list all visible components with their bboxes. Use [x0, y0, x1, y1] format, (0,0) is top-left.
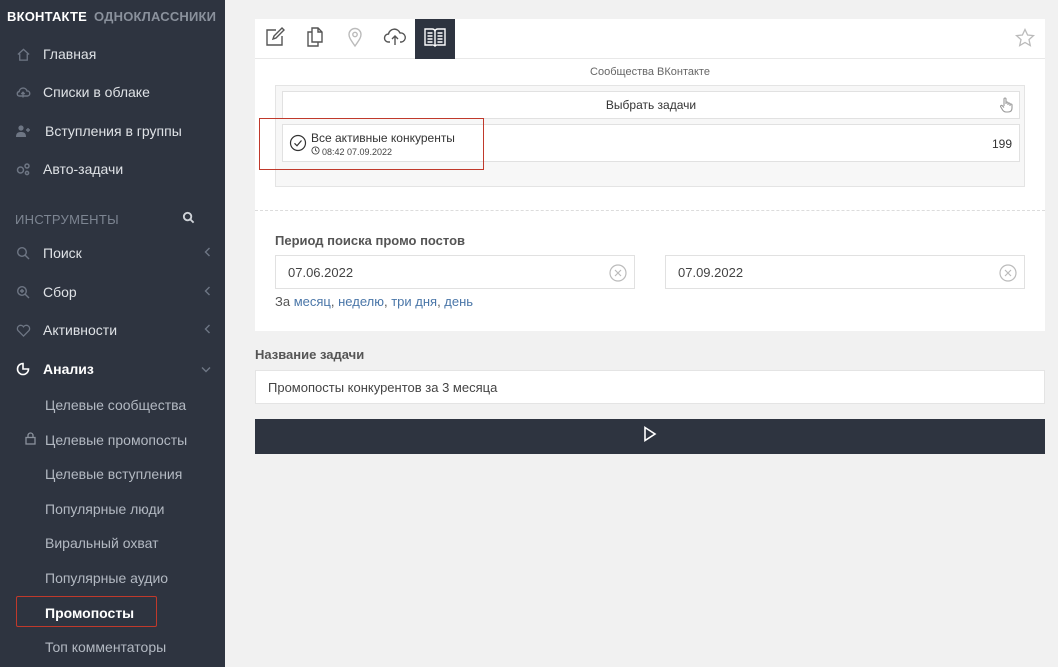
- task-count: 199: [991, 137, 1012, 151]
- pencil-icon: [264, 26, 286, 53]
- run-button[interactable]: [255, 419, 1045, 454]
- zoom-plus-icon: [15, 284, 31, 300]
- sidebar-item-label: Анализ: [43, 361, 94, 377]
- upload-tool-button[interactable]: [375, 19, 415, 59]
- home-icon: [15, 46, 31, 62]
- tools-section-title: ИНСТРУМЕНТЫ: [15, 210, 210, 228]
- quick-week-link[interactable]: неделю: [338, 294, 384, 309]
- location-tool-button[interactable]: [335, 19, 375, 59]
- submenu-label: Целевые промопосты: [45, 432, 188, 448]
- quick-month-link[interactable]: месяц: [294, 294, 331, 309]
- task-settings-panel: Сообщества ВКонтакте Выбрать задачи Все …: [255, 19, 1045, 331]
- sidebar-item-group-joins[interactable]: Вступления в группы: [0, 113, 225, 149]
- sidebar-item-label: Поиск: [43, 245, 82, 261]
- sidebar-item-label: Списки в облаке: [43, 84, 150, 100]
- submenu-label: Популярные аудио: [45, 570, 169, 586]
- submenu-target-communities[interactable]: Целевые сообщества: [0, 388, 225, 422]
- sidebar-item-label: Авто-задачи: [43, 161, 124, 177]
- groups-caption: Сообщества ВКонтакте: [590, 66, 710, 78]
- highlight-frame-promoposts: [16, 596, 157, 627]
- quick-period-links: За месяц, неделю, три дня, день: [275, 294, 474, 309]
- date-to-value: 07.09.2022: [678, 264, 744, 280]
- sidebar-item-collect[interactable]: Сбор: [0, 274, 225, 310]
- quick-day-link[interactable]: день: [444, 294, 473, 309]
- submenu-label: Целевые сообщества: [45, 397, 187, 413]
- users-icon: [15, 123, 31, 139]
- submenu-popular-people[interactable]: Популярные люди: [0, 492, 225, 526]
- map-pin-icon: [345, 26, 365, 53]
- copy-tool-button[interactable]: [295, 19, 335, 59]
- brand-switch: ВКОНТАКТЕ ОДНОКЛАССНИКИ: [0, 0, 225, 32]
- documents-icon: [304, 26, 326, 53]
- chevron-left-icon: [204, 285, 211, 299]
- tools-title-text: ИНСТРУМЕНТЫ: [15, 211, 119, 227]
- submenu-label: Целевые вступления: [45, 466, 183, 482]
- sidebar-item-activities[interactable]: Активности: [0, 312, 225, 348]
- date-to-field[interactable]: 07.09.2022: [665, 255, 1025, 289]
- task-name-input[interactable]: Промопосты конкурентов за 3 месяца: [255, 370, 1045, 404]
- tab-vkontakte[interactable]: ВКОНТАКТЕ: [7, 9, 87, 24]
- heart-icon: [15, 322, 31, 338]
- sidebar-item-label: Вступления в группы: [45, 123, 182, 139]
- pointer-hand-icon: [999, 97, 1013, 116]
- quick-three-days-link[interactable]: три дня: [391, 294, 437, 309]
- tab-odnoklassniki[interactable]: ОДНОКЛАССНИКИ: [94, 9, 216, 24]
- section-divider: [255, 210, 1045, 211]
- sidebar-item-search[interactable]: Поиск: [0, 235, 225, 271]
- quick-prefix: За: [275, 294, 291, 309]
- submenu-target-joins[interactable]: Целевые вступления: [0, 457, 225, 491]
- sidebar-item-label: Главная: [43, 46, 97, 62]
- highlight-frame-task: [259, 118, 484, 170]
- lock-icon: [25, 432, 36, 448]
- submenu-viral-reach[interactable]: Виральный охват: [0, 526, 225, 560]
- period-label: Период поиска промо постов: [275, 233, 466, 248]
- book-icon: [423, 26, 447, 53]
- toolbar: [255, 19, 1045, 59]
- sidebar-item-cloud-lists[interactable]: Списки в облаке: [0, 74, 225, 110]
- submenu-label: Популярные люди: [45, 501, 165, 517]
- chevron-left-icon: [204, 246, 211, 260]
- chart-icon: [15, 361, 31, 377]
- select-tasks-button[interactable]: Выбрать задачи: [282, 91, 1020, 119]
- groups-book-tool-button[interactable]: [415, 19, 455, 59]
- submenu-label: Топ комментаторы: [45, 639, 167, 655]
- date-from-field[interactable]: 07.06.2022: [275, 255, 635, 289]
- sidebar-item-label: Сбор: [43, 284, 77, 300]
- edit-tool-button[interactable]: [255, 19, 295, 59]
- sidebar-item-label: Активности: [43, 322, 118, 338]
- cloud-icon: [15, 84, 31, 100]
- clear-circle-icon[interactable]: [999, 264, 1017, 285]
- submenu-label: Виральный охват: [45, 535, 159, 551]
- cloud-upload-icon: [383, 26, 407, 53]
- chevron-down-icon: [201, 362, 211, 376]
- search-icon: [15, 245, 31, 261]
- clear-circle-icon[interactable]: [609, 264, 627, 285]
- select-tasks-label: Выбрать задачи: [605, 98, 697, 112]
- sidebar-item-analysis[interactable]: Анализ: [0, 351, 225, 387]
- submenu-popular-audio[interactable]: Популярные аудио: [0, 561, 225, 595]
- chevron-left-icon: [204, 323, 211, 337]
- submenu-top-commenters[interactable]: Топ комментаторы: [0, 630, 225, 664]
- task-name-label: Название задачи: [255, 347, 365, 362]
- play-icon: [643, 426, 657, 447]
- sidebar-item-home[interactable]: Главная: [0, 36, 225, 72]
- sidebar: ВКОНТАКТЕ ОДНОКЛАССНИКИ Главная Списки в…: [0, 0, 225, 667]
- star-icon[interactable]: [1014, 27, 1036, 53]
- submenu-target-promoposts[interactable]: Целевые промопосты: [0, 423, 225, 457]
- sidebar-item-auto-tasks[interactable]: Авто-задачи: [0, 151, 225, 187]
- date-from-value: 07.06.2022: [288, 264, 354, 280]
- gears-icon: [15, 161, 31, 177]
- search-icon[interactable]: [182, 211, 195, 227]
